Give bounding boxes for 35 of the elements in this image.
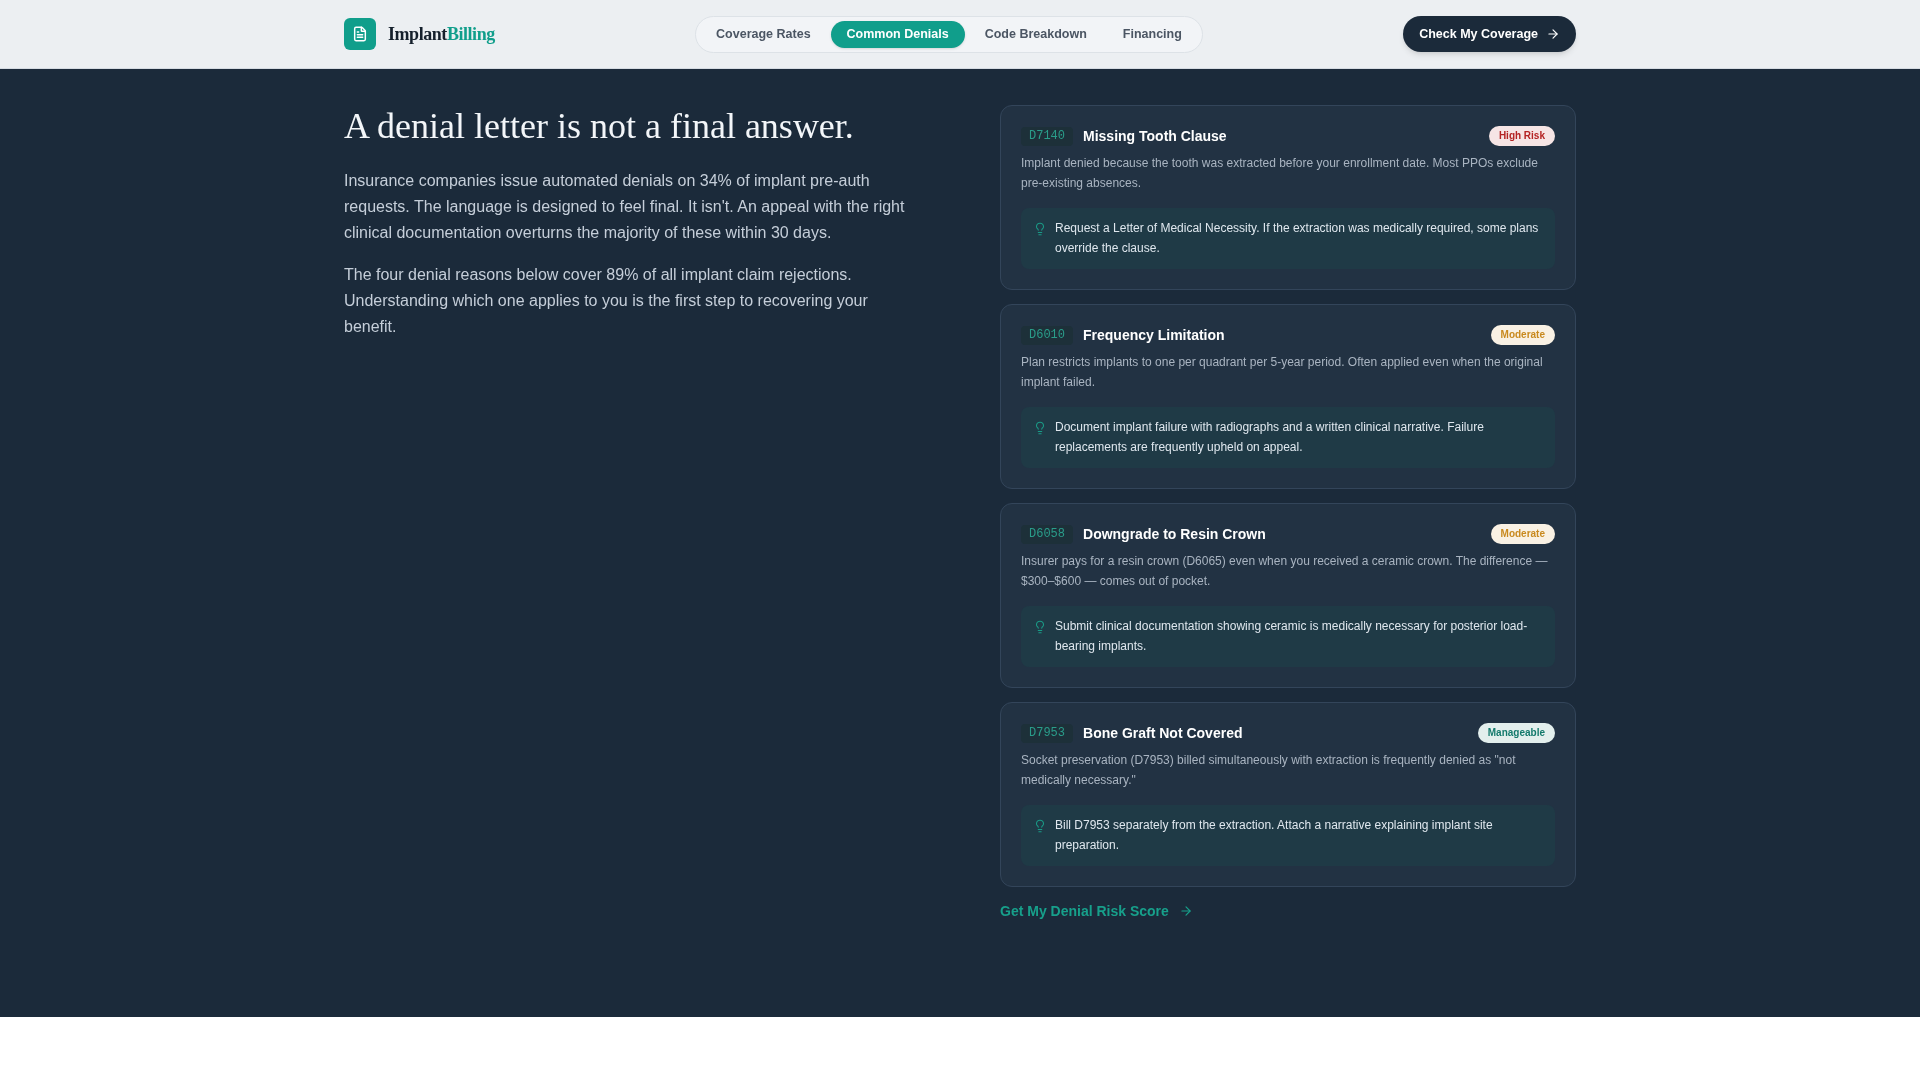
denial-title: Bone Graft Not Covered [1083, 724, 1243, 743]
denial-title: Frequency Limitation [1083, 326, 1225, 345]
procedure-code: D7953 [1021, 723, 1073, 743]
tip-text: Bill D7953 separately from the extraction. Attach a narrative explaining implant site preparation. [1055, 817, 1494, 854]
logo-document-icon [344, 18, 376, 50]
arrow-right-icon [1178, 904, 1193, 918]
check-coverage-button[interactable]: Check My Coverage [1403, 16, 1576, 52]
lightbulb-icon [1033, 421, 1047, 435]
intro-paragraph: Insurance companies issue automated denials on 34% of implant pre-auth requests. The language is designed to feel final. It isn't. An appeal with the right clinical documentation overturns the majority of these within 30 days. [344, 171, 906, 243]
denial-description: Plan restricts implants to one per quadrant per 5-year period. Often applied even when the original implant failed. [1021, 354, 1544, 391]
nav-tab[interactable]: Code Breakdown [968, 20, 1103, 48]
lightbulb-icon [1033, 819, 1047, 833]
procedure-code: D7140 [1021, 126, 1073, 146]
procedure-code: D6058 [1021, 524, 1073, 544]
risk-badge: Moderate [1490, 524, 1555, 544]
denial-risk-score-link[interactable]: Get My Denial Risk Score [1000, 901, 1193, 921]
lightbulb-icon [1033, 620, 1047, 634]
tip-text: Submit clinical documentation showing ceramic is medically necessary for posterior load-bearing implants. [1055, 618, 1529, 655]
tip-text: Document implant failure with radiographs and a written clinical narrative. Failure replacements are frequently upheld on appeal. [1055, 419, 1485, 456]
risk-badge: High Risk [1488, 126, 1555, 146]
denial-title: Downgrade to Resin Crown [1083, 525, 1266, 544]
denial-description: Socket preservation (D7953) billed simultaneously with extraction is frequently denied as "not medically necessary." [1021, 752, 1517, 789]
denial-description: Implant denied because the tooth was extracted before your enrollment date. Most PPOs exclude pre-existing absences. [1021, 155, 1539, 192]
brand-name: ImplantBilling [388, 22, 495, 46]
denial-title: Missing Tooth Clause [1083, 127, 1227, 146]
nav-tab[interactable]: Coverage Rates [700, 20, 827, 48]
risk-badge: Manageable [1477, 723, 1555, 743]
denial-description: Insurer pays for a resin crown (D6065) even when you received a ceramic crown. The difference — $300–$600 — comes out of pocket. [1021, 553, 1549, 590]
page-heading: A denial letter is not a final answer. [344, 105, 855, 148]
risk-badge: Moderate [1490, 325, 1555, 345]
lightbulb-icon [1033, 222, 1047, 236]
nav-tab[interactable]: Financing [1106, 20, 1198, 48]
procedure-code: D6010 [1021, 325, 1073, 345]
intro-paragraph: The four denial reasons below cover 89% of all implant claim rejections. Understanding which one applies to you is the first step to recovering your benefit. [344, 265, 869, 337]
tip-text: Request a Letter of Medical Necessity. If the extraction was medically required, some plans override the clause. [1055, 220, 1540, 257]
